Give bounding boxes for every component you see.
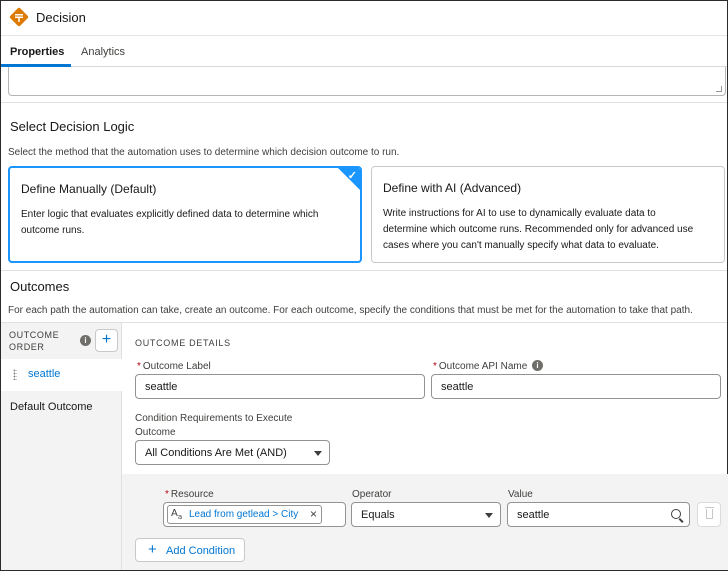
text-type-icon: Aa — [171, 508, 183, 521]
panel-header: Decision — [1, 1, 727, 36]
operator-select[interactable]: Equals — [351, 502, 501, 527]
trash-icon — [705, 507, 714, 519]
outcome-details-heading: OUTCOME DETAILS — [135, 338, 231, 348]
option-description: Enter logic that evaluates explicitly de… — [21, 209, 319, 236]
value-label: Value — [508, 489, 533, 500]
option-title: Define Manually (Default) — [21, 182, 157, 196]
condition-requirements-select[interactable]: All Conditions Are Met (AND) — [135, 440, 330, 465]
outcome-api-name-input[interactable]: seattle — [431, 374, 721, 399]
description-textarea[interactable] — [8, 67, 726, 96]
outcome-api-name-field-label: * Outcome API Name — [433, 361, 528, 372]
condition-requirements-label: Condition Requirements to Execute Outcom… — [135, 413, 293, 438]
add-icon: + — [148, 541, 157, 558]
outcomes-heading: Outcomes — [10, 279, 70, 294]
info-icon[interactable]: i — [532, 360, 543, 371]
option-title: Define with AI (Advanced) — [383, 181, 522, 195]
option-description: Write instructions for AI to use to dyna… — [383, 208, 694, 251]
resize-grip-icon[interactable] — [716, 86, 722, 92]
outcome-item-label: seattle — [28, 368, 61, 380]
logic-heading: Select Decision Logic — [10, 119, 135, 134]
resource-pill-label: Lead from getlead > City — [189, 509, 299, 520]
drag-handle-icon[interactable] — [13, 369, 17, 380]
close-icon[interactable]: × — [310, 507, 317, 521]
chevron-down-icon — [485, 513, 493, 518]
define-manually-option[interactable]: Define Manually (Default) Enter logic th… — [8, 166, 362, 263]
add-outcome-button[interactable]: + — [95, 329, 118, 352]
outcome-order-label: OUTCOME ORDER — [9, 330, 60, 352]
outcome-label-field-label: * Outcome Label — [137, 361, 211, 372]
delete-condition-button[interactable] — [697, 502, 721, 527]
outcome-item-label: Default Outcome — [10, 401, 93, 413]
tab-analytics[interactable]: Analytics — [81, 46, 125, 58]
tab-properties[interactable]: Properties — [10, 46, 64, 58]
tab-bar: Properties Analytics — [1, 37, 727, 67]
logic-help-text: Select the method that the automation us… — [8, 147, 400, 158]
outcome-item-seattle[interactable]: seattle — [1, 359, 122, 391]
resource-input[interactable]: Aa Lead from getlead > City × — [163, 502, 346, 527]
section-divider — [1, 270, 727, 271]
value-input[interactable]: seattle — [507, 502, 690, 527]
chevron-down-icon — [314, 451, 322, 456]
outcome-order-pane: OUTCOME ORDER i + seattle Default Outcom… — [1, 323, 122, 570]
resource-pill[interactable]: Aa Lead from getlead > City × — [167, 505, 322, 524]
info-icon[interactable]: i — [80, 335, 91, 346]
decision-icon — [8, 6, 30, 28]
operator-label: Operator — [352, 489, 392, 500]
resource-label: * Resource — [165, 489, 214, 500]
define-with-ai-option[interactable]: Define with AI (Advanced) Write instruct… — [371, 166, 725, 263]
outcome-item-default[interactable]: Default Outcome — [1, 392, 122, 424]
outcomes-help-text: For each path the automation can take, c… — [8, 305, 693, 316]
check-icon: ✓ — [347, 170, 357, 182]
outcome-label-input[interactable]: seattle — [135, 374, 425, 399]
search-icon — [671, 509, 681, 519]
add-condition-button[interactable]: + Add Condition — [135, 538, 245, 562]
section-divider — [1, 102, 727, 103]
add-condition-label: Add Condition — [166, 545, 236, 557]
panel-title: Decision — [36, 10, 86, 25]
